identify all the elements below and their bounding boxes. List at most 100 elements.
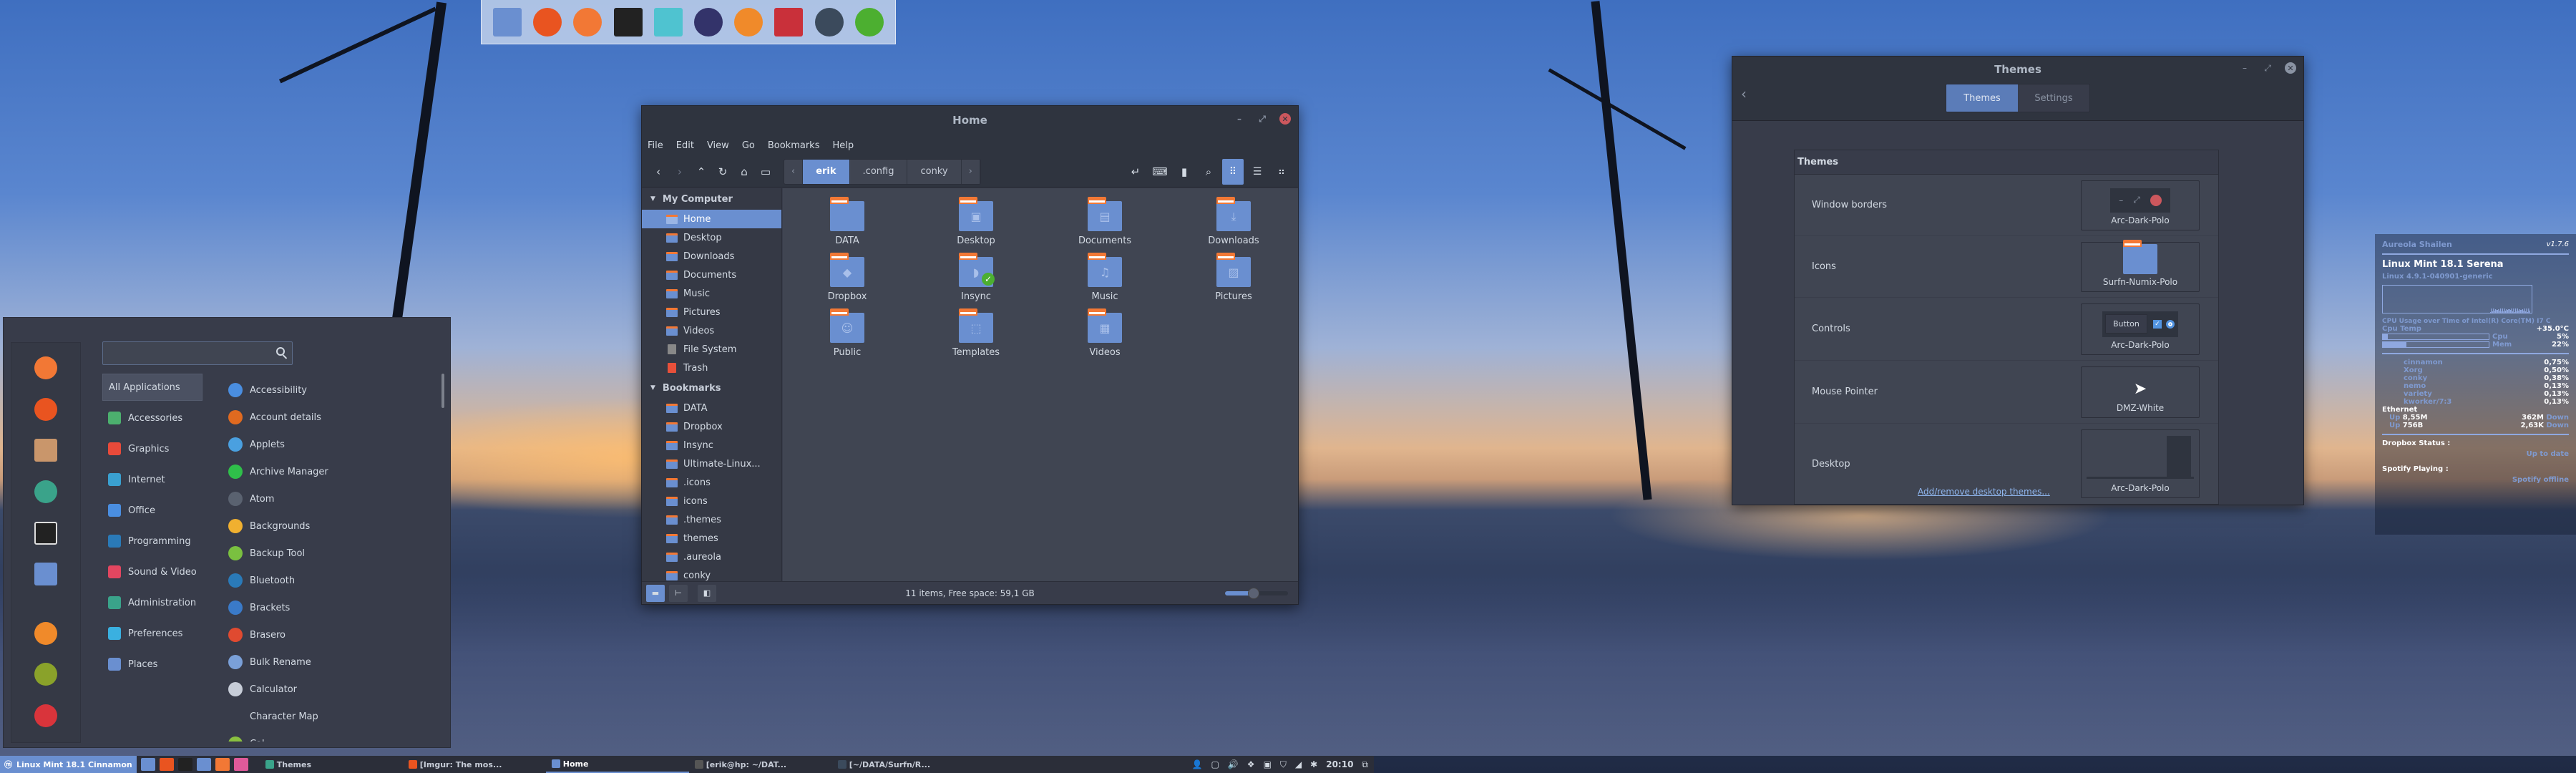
category-item[interactable]: Administration [102,589,203,616]
file-item[interactable]: ▦ Videos [1040,308,1169,364]
sidebar-item[interactable]: Ultimate-Linux... [642,454,781,473]
dock-item-sublime[interactable] [812,5,847,39]
favorite-item[interactable] [30,353,62,383]
menu-button[interactable]: ⓜ Linux Mint 18.1 Cinnamon [0,756,137,773]
sidebar-item[interactable]: Dropbox [642,417,781,436]
minimize-button[interactable]: – [1234,113,1245,125]
file-item[interactable]: ▨ Pictures [1169,253,1298,308]
file-item[interactable]: ♫ Music [1040,253,1169,308]
category-item[interactable]: Preferences [102,620,203,647]
terminal-icon[interactable] [177,758,192,771]
removable-drive-icon[interactable]: ▢ [1211,759,1219,769]
favorite-item[interactable] [30,560,62,590]
bluetooth-icon[interactable]: ✱ [1310,759,1317,769]
open-terminal-button[interactable]: ⌨ [1149,161,1171,183]
category-item[interactable]: Office [102,497,203,524]
app-item[interactable]: Backup Tool [228,540,443,567]
show-desktop-icon[interactable] [140,758,155,771]
sidebar-item[interactable]: Pictures [642,303,781,321]
dock-item-rainbow[interactable] [570,5,605,39]
theme-chooser-icons[interactable]: Surfn-Numix-Polo [2081,239,2200,292]
file-item[interactable]: ☺ Public [783,308,912,364]
sidebar-item[interactable]: Insync [642,436,781,454]
app-item[interactable]: Cal... [228,730,443,742]
menu-view[interactable]: View [707,140,729,151]
menu-bookmarks[interactable]: Bookmarks [768,140,820,151]
sidebar-item[interactable]: Videos [642,321,781,340]
back-button[interactable]: ‹ [1741,85,1747,102]
maximize-button[interactable]: ⤢ [1257,113,1268,125]
hide-sidebar-button[interactable]: ◧ [698,584,716,602]
bookmarks-header[interactable]: ▼ Bookmarks [642,377,781,399]
taskbar-item[interactable]: [Imgur: The mos... [403,756,546,773]
dock-item-screencast[interactable] [771,5,806,39]
app-item[interactable]: Archive Manager [228,458,443,485]
category-item[interactable]: Graphics [102,435,203,462]
sidebar-item[interactable]: Home [642,210,781,228]
reload-button[interactable]: ↻ [712,161,733,183]
file-item[interactable]: ⬚ Templates [912,308,1040,364]
app-item[interactable]: Calculator [228,676,443,703]
sidebar-item[interactable]: .icons [642,473,781,492]
sidebar-item[interactable]: DATA [642,399,781,417]
menu-file[interactable]: File [648,140,663,151]
workspace-switcher-icon[interactable]: ⧉ [1362,759,1368,770]
my-computer-header[interactable]: ▼ My Computer [642,188,781,210]
tree-toggle[interactable]: ⊢ [669,584,688,602]
dock-item-screenshot[interactable] [651,5,686,39]
breadcrumb-item[interactable]: conky [907,159,962,184]
sidebar-item[interactable]: themes [642,529,781,548]
close-button[interactable]: ✕ [1279,113,1291,125]
category-item[interactable]: Accessories [102,404,203,432]
new-folder-button[interactable]: ▮ [1174,161,1195,183]
breadcrumb-right-arrow[interactable]: › [962,159,980,184]
file-item[interactable]: ⤓ Downloads [1169,197,1298,253]
icon-view-button[interactable]: ⠿ [1222,158,1244,185]
computer-button[interactable]: ▭ [755,161,776,183]
category-item[interactable]: Sound & Video [102,558,203,585]
dock-item-gimp[interactable] [731,5,766,39]
sidebar-item[interactable]: icons [642,492,781,510]
favorite-item[interactable] [30,394,62,424]
breadcrumb-item[interactable]: .config [850,159,908,184]
app-item[interactable]: Backgrounds [228,512,443,540]
user-icon[interactable]: 👤 [1192,759,1203,769]
favorite-item[interactable] [30,518,62,548]
sidebar-item[interactable]: .themes [642,510,781,529]
app-item[interactable]: Bluetooth [228,567,443,594]
menu-help[interactable]: Help [832,140,854,151]
dock-item-spotify[interactable] [852,5,887,39]
dock-item-files[interactable] [490,5,525,39]
search-button[interactable]: ⌕ [1198,161,1219,183]
app-item[interactable]: Accessibility [228,376,443,404]
taskbar-item[interactable]: Home [545,756,689,773]
toggle-location-button[interactable]: ↵ [1125,161,1146,183]
forward-button[interactable]: › [669,161,691,183]
volume-icon[interactable]: 🔊 [1228,759,1239,769]
sidebar-item[interactable]: Desktop [642,228,781,247]
category-item[interactable]: All Applications [102,374,203,401]
session-logout-button[interactable] [30,660,62,690]
photo-icon[interactable]: ▣ [1264,759,1272,769]
category-item[interactable]: Programming [102,528,203,555]
photos-icon[interactable] [233,758,248,771]
clock[interactable]: 20:10 [1326,759,1353,769]
dock-item-inkscape[interactable] [691,5,726,39]
session-lock-button[interactable] [30,618,62,648]
theme-chooser-desktop[interactable]: Arc-Dark-Polo [2081,429,2200,498]
sidebar-item[interactable]: Downloads [642,247,781,266]
home-button[interactable]: ⌂ [733,161,755,183]
category-item[interactable]: Internet [102,466,203,493]
up-button[interactable]: ⌃ [691,161,712,183]
fm-titlebar[interactable]: Home – ⤢ ✕ [642,106,1298,135]
menu-edit[interactable]: Edit [676,140,694,151]
file-item[interactable]: ▤ Documents [1040,197,1169,253]
favorite-item[interactable] [30,477,62,507]
menu-go[interactable]: Go [742,140,755,151]
app-item[interactable]: Atom [228,485,443,512]
places-toggle[interactable]: ▬ [646,584,665,602]
file-item[interactable]: ◆ Dropbox [783,253,912,308]
firefox-icon[interactable] [159,758,174,771]
app-item[interactable]: Brackets [228,594,443,621]
rainbow-icon[interactable] [215,758,230,771]
